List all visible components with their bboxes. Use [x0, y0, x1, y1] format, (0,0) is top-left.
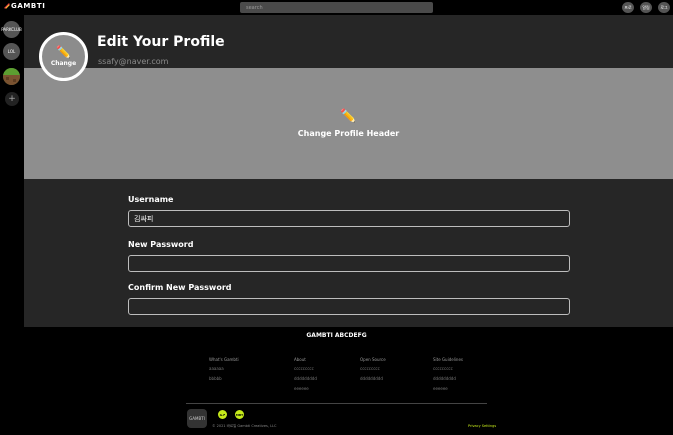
sidebar-item-lol[interactable]: LOL	[3, 43, 20, 60]
user-email: ssafy@naver.com	[98, 57, 169, 66]
sidebar-item-minecraft[interactable]	[3, 68, 20, 85]
footer-column-head[interactable]: About	[294, 357, 317, 362]
pencil-icon: ✏️	[340, 108, 357, 124]
sidebar: PARKCLUB LOL +	[0, 15, 24, 435]
profile-icon[interactable]: 프로	[622, 2, 634, 13]
social-badge-icon[interactable]: MBT	[235, 410, 244, 419]
top-bar: GAMBTI 프로 알림 로그	[0, 0, 673, 15]
confirm-password-label: Confirm New Password	[128, 283, 232, 292]
footer-link[interactable]: ddddddddd	[360, 376, 386, 381]
footer-brand: GAMBTI ABCDEFG	[306, 332, 367, 339]
avatar-change-label: Change	[50, 60, 77, 67]
add-community-button[interactable]: +	[5, 92, 19, 106]
footer-column-head[interactable]: Site Guidelines	[433, 357, 463, 362]
new-password-input[interactable]	[128, 255, 570, 272]
footer-link[interactable]: ccccccccc	[360, 366, 386, 371]
app-logo[interactable]: GAMBTI	[4, 2, 45, 10]
profile-edit-panel: ✏️ Change Edit Your Profile ssafy@naver.…	[24, 15, 673, 327]
footer-link[interactable]: bbbbb	[209, 376, 239, 381]
footer-column: About ccccccccc ddddddddd eeeeee	[294, 357, 317, 396]
footer-column: Site Guidelines ccccccccc ddddddddd eeee…	[433, 357, 463, 396]
pencil-icon: ✏️	[56, 45, 71, 59]
logo-icon	[4, 3, 10, 9]
footer-link[interactable]: ddddddddd	[294, 376, 317, 381]
footer-column: What's Gambti aaaaaa bbbbb	[209, 357, 239, 386]
copyright-text: © 2021 바르일 Gambti Creatives, LLC	[212, 424, 277, 428]
logo-text: GAMBTI	[11, 2, 46, 10]
footer-link[interactable]: ccccccccc	[433, 366, 463, 371]
social-badge-icon[interactable]: G.F	[218, 410, 227, 419]
footer-link[interactable]: ccccccccc	[294, 366, 317, 371]
change-header-button[interactable]: ✏️ Change Profile Header	[24, 68, 673, 179]
change-avatar-button[interactable]: ✏️ Change	[39, 32, 88, 81]
new-password-label: New Password	[128, 240, 194, 249]
footer-divider	[186, 403, 487, 404]
sidebar-item-parkclub[interactable]: PARKCLUB	[1, 21, 22, 38]
footer-link[interactable]: aaaaaa	[209, 366, 239, 371]
profile-head: ✏️ Change Edit Your Profile ssafy@naver.…	[24, 15, 673, 81]
footer: GAMBTI ABCDEFG What's Gambti aaaaaa bbbb…	[24, 327, 673, 435]
footer-column: Open Source ccccccccc ddddddddd	[360, 357, 386, 386]
footer-column-head[interactable]: What's Gambti	[209, 357, 239, 362]
privacy-link[interactable]: Privacy Settings	[468, 424, 496, 428]
top-icon-group: 프로 알림 로그	[622, 2, 670, 13]
username-input[interactable]	[128, 210, 570, 227]
search-input[interactable]	[240, 2, 433, 13]
footer-logo[interactable]: GAMBTI	[187, 409, 207, 428]
footer-link[interactable]: eeeeee	[294, 386, 317, 391]
footer-column-head[interactable]: Open Source	[360, 357, 386, 362]
footer-link[interactable]: eeeeee	[433, 386, 463, 391]
notification-icon[interactable]: 알림	[640, 2, 652, 13]
change-header-label: Change Profile Header	[297, 128, 400, 138]
page-title: Edit Your Profile	[97, 34, 225, 50]
logout-icon[interactable]: 로그	[658, 2, 670, 13]
footer-link[interactable]: ddddddddd	[433, 376, 463, 381]
minecraft-icon	[3, 68, 20, 85]
username-label: Username	[128, 195, 174, 204]
confirm-password-input[interactable]	[128, 298, 570, 315]
